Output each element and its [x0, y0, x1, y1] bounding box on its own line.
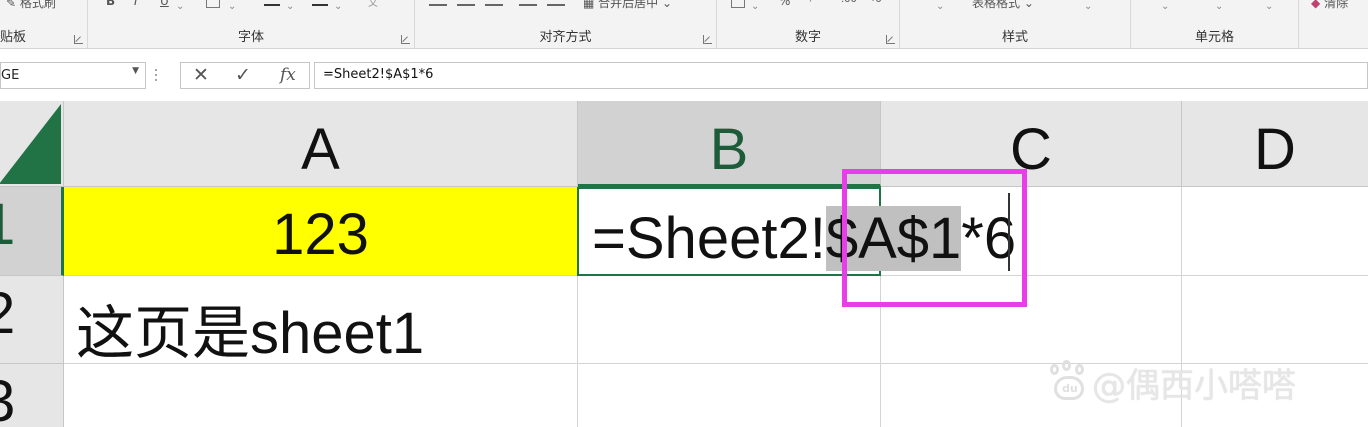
cell-a3[interactable]: [64, 364, 578, 427]
align-right-icon[interactable]: [485, 0, 503, 6]
chevron-down-icon[interactable]: ▼: [132, 66, 139, 76]
ribbon-group-font: B I U ⌄ ⌄ ⌄ ⌄ 文 字体: [88, 0, 415, 48]
ribbon-group-clipboard: ✎ 格式刷 贴板: [0, 0, 88, 48]
chevron-down-icon[interactable]: ⌄: [228, 1, 236, 12]
phonetic-icon[interactable]: 文: [368, 0, 378, 9]
cell-a1[interactable]: 123: [64, 187, 578, 276]
formula-bar-buttons: ✕ ✓ fx: [180, 62, 310, 89]
chevron-down-icon[interactable]: ⌄: [751, 1, 759, 12]
decrease-decimal-icon[interactable]: →0: [867, 0, 882, 5]
row-header-2[interactable]: 2: [0, 276, 64, 364]
ribbon-group-cells: ⌄ ⌄ ⌄ 单元格: [1131, 0, 1299, 48]
increase-indent-icon[interactable]: [547, 0, 565, 6]
clear-button[interactable]: ◆ 清除: [1311, 0, 1348, 11]
comma-style-icon[interactable]: ⁾: [809, 0, 812, 8]
number-launcher-icon[interactable]: [886, 35, 895, 44]
edit-prefix: =Sheet2!: [592, 206, 826, 271]
row-header-3[interactable]: 3: [0, 364, 64, 427]
border-icon[interactable]: [206, 0, 220, 8]
increase-decimal-icon[interactable]: .00: [841, 0, 857, 5]
annotation-highlight-box: [842, 169, 1027, 307]
enter-icon[interactable]: ✓: [235, 64, 251, 86]
formula-bar-grip-icon[interactable]: [155, 66, 159, 84]
chevron-down-icon: ⌄: [662, 0, 673, 10]
paw-logo-icon: du: [1048, 360, 1090, 400]
group-label-alignment: 对齐方式: [539, 30, 592, 45]
cell-d1[interactable]: [1182, 187, 1368, 276]
fill-color-icon[interactable]: [264, 0, 280, 6]
column-header-a[interactable]: A: [64, 101, 578, 187]
align-left-icon[interactable]: [429, 0, 447, 6]
formula-bar: GE ▼ ✕ ✓ fx =Sheet2!$A$1*6: [0, 56, 1368, 94]
ribbon-group-editing: ◆ 清除: [1299, 0, 1368, 48]
group-label-cells: 单元格: [1194, 30, 1234, 45]
name-box[interactable]: GE ▼: [0, 62, 146, 89]
cancel-icon[interactable]: ✕: [193, 64, 209, 86]
chevron-down-icon[interactable]: ⌄: [1265, 1, 1273, 12]
cell-b2[interactable]: [578, 276, 881, 364]
cell-a2-value: 这页是sheet1: [76, 301, 425, 364]
chevron-down-icon[interactable]: ⌄: [1215, 1, 1223, 12]
font-launcher-icon[interactable]: [401, 35, 410, 44]
chevron-down-icon[interactable]: ⌄: [286, 1, 294, 12]
formula-text: =Sheet2!$A$1*6: [323, 67, 434, 82]
name-box-value: GE: [1, 68, 20, 83]
eraser-icon: ◆: [1311, 0, 1321, 10]
insert-function-icon[interactable]: fx: [280, 65, 296, 85]
select-all-button[interactable]: [0, 101, 64, 187]
font-color-icon[interactable]: [312, 0, 328, 6]
brush-icon: ✎: [6, 0, 17, 10]
ribbon-group-number: ⌄ % ⁾ .00 →0 数字: [717, 0, 900, 48]
group-label-number: 数字: [794, 30, 821, 45]
clipboard-launcher-icon[interactable]: [74, 35, 83, 44]
chevron-down-icon: ⌄: [1023, 0, 1034, 10]
accounting-format-icon[interactable]: [731, 0, 745, 8]
chevron-down-icon[interactable]: ⌄: [1084, 1, 1092, 12]
align-center-icon[interactable]: [457, 0, 475, 6]
column-header-b[interactable]: B: [578, 101, 881, 187]
ribbon-group-styles: ⌄ 表格格式 ⌄ ⌄ 样式: [900, 0, 1131, 48]
column-header-d[interactable]: D: [1182, 101, 1368, 187]
italic-button[interactable]: I: [134, 0, 138, 8]
ribbon-group-alignment: ▦ 合并后居中 ⌄ 对齐方式: [415, 0, 717, 48]
format-as-table-button[interactable]: 表格格式 ⌄: [972, 0, 1034, 11]
formula-input[interactable]: =Sheet2!$A$1*6: [314, 62, 1368, 89]
chevron-down-icon[interactable]: ⌄: [334, 1, 342, 12]
percent-button[interactable]: %: [779, 0, 790, 8]
format-painter-button[interactable]: ✎ 格式刷: [6, 0, 56, 11]
select-all-triangle-icon: [0, 104, 61, 184]
merge-icon: ▦: [583, 0, 595, 10]
underline-button[interactable]: U: [160, 0, 169, 8]
cell-d2[interactable]: [1182, 276, 1368, 364]
chevron-down-icon[interactable]: ⌄: [1161, 1, 1169, 12]
watermark-text: @偶西小嗒嗒: [1092, 366, 1296, 406]
chevron-down-icon[interactable]: ⌄: [176, 1, 184, 12]
cell-b3[interactable]: [578, 364, 881, 427]
group-label-styles: 样式: [1001, 30, 1028, 45]
merge-center-button[interactable]: ▦ 合并后居中 ⌄: [583, 0, 672, 11]
alignment-launcher-icon[interactable]: [703, 35, 712, 44]
decrease-indent-icon[interactable]: [519, 0, 537, 6]
ribbon: ✎ 格式刷 贴板 B I U ⌄ ⌄ ⌄ ⌄ 文 字体 ▦ 合并后居中 ⌄ 对齐…: [0, 0, 1368, 49]
cell-a2[interactable]: 这页是sheet1: [64, 276, 578, 364]
group-label-font: 字体: [237, 30, 264, 45]
cell-a1-value: 123: [272, 202, 369, 267]
bold-button[interactable]: B: [106, 0, 115, 8]
row-header-1[interactable]: 1: [0, 187, 64, 276]
chevron-down-icon[interactable]: ⌄: [936, 1, 944, 12]
